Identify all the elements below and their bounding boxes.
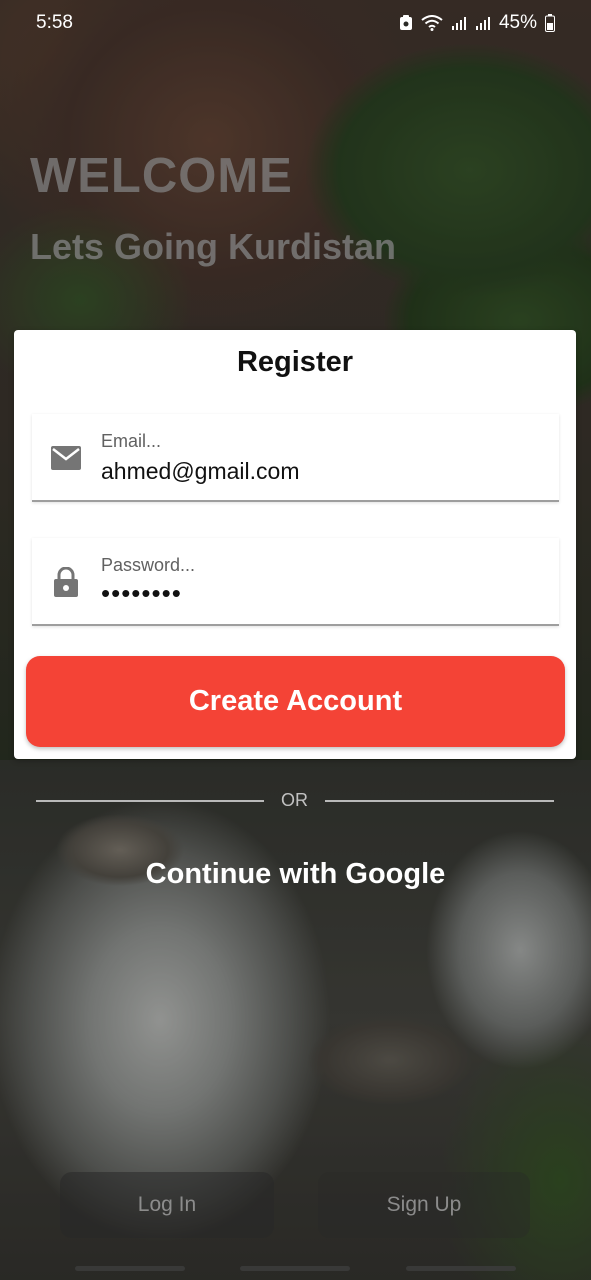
email-label: Email...	[101, 431, 162, 451]
register-card: Register Email... ahmed@gmail.com Passwo…	[14, 330, 576, 759]
signal-icon-2	[475, 17, 490, 30]
nav-handle-right	[406, 1266, 516, 1271]
wifi-icon	[421, 15, 443, 31]
divider-line-right	[325, 800, 554, 802]
status-bar: 5:58 45%	[0, 0, 591, 46]
or-divider: OR	[36, 788, 554, 814]
signal-icon	[451, 17, 466, 30]
email-input[interactable]: ahmed@gmail.com	[101, 458, 299, 485]
create-account-button[interactable]: Create Account	[26, 656, 565, 747]
notification-icon	[399, 15, 412, 30]
battery-icon	[545, 14, 555, 32]
welcome-title: WELCOME	[30, 149, 293, 203]
password-field[interactable]: Password... ••••••••	[32, 538, 559, 626]
register-title: Register	[236, 346, 354, 378]
password-input[interactable]: ••••••••	[101, 578, 182, 609]
divider-line-left	[36, 800, 264, 802]
password-label: Password...	[101, 555, 196, 575]
continue-with-google-button[interactable]: Continue with Google	[0, 858, 591, 891]
welcome-tagline: Lets Going Kurdistan	[30, 226, 397, 267]
nav-handle-center	[240, 1266, 350, 1271]
battery-percent: 45%	[498, 12, 537, 33]
status-icons: 45%	[399, 12, 555, 34]
email-field[interactable]: Email... ahmed@gmail.com	[32, 414, 559, 502]
email-icon	[50, 444, 82, 472]
nav-handle-left	[75, 1266, 185, 1271]
signup-button[interactable]: Sign Up	[318, 1172, 530, 1238]
or-text: OR	[281, 790, 308, 810]
status-time: 5:58	[36, 12, 73, 33]
login-button[interactable]: Log In	[60, 1172, 274, 1238]
lock-icon	[50, 567, 82, 597]
